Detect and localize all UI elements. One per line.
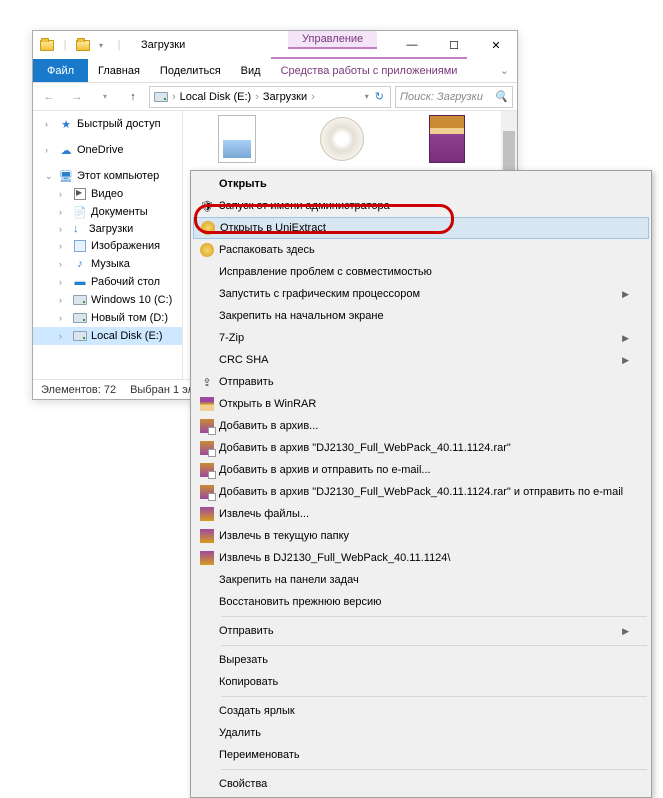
winrar-add-icon [200,463,214,477]
address-bar: ← → ▾ ↑ › Local Disk (E:) › Загрузки › ▾… [33,83,517,111]
title-bar: | ▾ | Загрузки Управление — ☐ ✕ [33,31,517,59]
chevron-right-icon: ▶ [622,626,629,637]
ctx-open-winrar[interactable]: Открыть в WinRAR [193,393,649,415]
sidebar-onedrive[interactable]: ›☁OneDrive [33,141,182,159]
sidebar-this-pc[interactable]: ⌄🖥Этот компьютер [33,167,182,185]
winrar-extract-icon [200,529,214,543]
winrar-icon [200,397,214,411]
ctx-7zip[interactable]: 7-Zip▶ [193,327,649,349]
ctx-copy[interactable]: Копировать [193,671,649,693]
ctx-unpack-here[interactable]: Распаковать здесь [193,239,649,261]
sidebar-pictures[interactable]: ›Изображения [33,237,182,255]
ctx-share[interactable]: ⇪Отправить [193,371,649,393]
folder-icon [39,37,55,53]
separator [221,769,647,770]
sidebar-video[interactable]: ›Видео [33,185,182,203]
crumb-sep-icon: › [311,91,315,103]
ribbon-context-tab[interactable]: Управление [288,31,377,49]
crumb-sep-icon: › [255,91,259,103]
ctx-pin-taskbar[interactable]: Закрепить на панели задач [193,569,649,591]
ctx-runas[interactable]: 🛡Запуск от имени администратора [193,195,649,217]
winrar-extract-icon [200,507,214,521]
qat-icon[interactable] [75,37,91,53]
ctx-rename[interactable]: Переименовать [193,744,649,766]
shield-icon: 🛡 [195,200,219,213]
maximize-button[interactable]: ☐ [433,31,475,59]
forward-button[interactable]: → [65,85,89,109]
nav-sidebar: ›★Быстрый доступ ›☁OneDrive ⌄🖥Этот компь… [33,111,183,379]
file-menu[interactable]: Файл [33,59,88,82]
sidebar-desktop[interactable]: ›▬Рабочий стол [33,273,182,291]
crumb-2[interactable]: Загрузки [263,91,307,103]
ctx-extract-cur[interactable]: Извлечь в текущую папку [193,525,649,547]
refresh-icon[interactable]: ↻ [373,90,386,103]
crumb-1[interactable]: Local Disk (E:) [180,91,252,103]
ctx-add-archive[interactable]: Добавить в архив... [193,415,649,437]
ctx-shortcut[interactable]: Создать ярлык [193,700,649,722]
chevron-right-icon: ▶ [622,355,629,366]
qat-dropdown[interactable]: ▾ [93,37,109,53]
ctx-cut[interactable]: Вырезать [193,649,649,671]
share-icon: ⇪ [195,376,219,389]
ctx-delete[interactable]: Удалить [193,722,649,744]
menu-bar: Файл Главная Поделиться Вид Средства раб… [33,59,517,83]
drive-icon [154,92,168,102]
view-tab[interactable]: Вид [231,59,271,82]
winrar-extract-icon [200,551,214,565]
separator [221,696,647,697]
qat-sep2: | [111,37,127,53]
image-file-icon [218,115,256,163]
ctx-extract[interactable]: Извлечь файлы... [193,503,649,525]
ctx-gpu[interactable]: Запустить с графическим процессором▶ [193,283,649,305]
chevron-right-icon: ▶ [622,289,629,300]
ctx-add-email[interactable]: Добавить в архив и отправить по e-mail..… [193,459,649,481]
ctx-add-named-email[interactable]: Добавить в архив "DJ2130_Full_WebPack_40… [193,481,649,503]
ctx-open[interactable]: Открыть [193,173,649,195]
uniextract-icon [200,243,214,257]
sidebar-drive-c[interactable]: ›Windows 10 (C:) [33,291,182,309]
ctx-compat[interactable]: Исправление проблем с совместимостью [193,261,649,283]
context-menu: Открыть 🛡Запуск от имени администратора … [190,170,652,798]
search-input[interactable]: Поиск: Загрузки 🔍 [395,86,513,108]
home-tab[interactable]: Главная [88,59,150,82]
ctx-crcsha[interactable]: CRC SHA▶ [193,349,649,371]
uniextract-icon [201,221,215,235]
sidebar-downloads[interactable]: ›Загрузки [33,221,182,237]
app-tools-tab[interactable]: Средства работы с приложениями [271,57,468,82]
ctx-sendto[interactable]: Отправить▶ [193,620,649,642]
ctx-uniextract[interactable]: Открыть в UniExtract [193,217,649,239]
qat-sep: | [57,37,73,53]
ctx-pin-start[interactable]: Закрепить на начальном экране [193,305,649,327]
sidebar-quick-access[interactable]: ›★Быстрый доступ [33,115,182,133]
ctx-extract-named[interactable]: Извлечь в DJ2130_Full_WebPack_40.11.1124… [193,547,649,569]
installer-icon [320,117,364,161]
sidebar-drive-e[interactable]: ›Local Disk (E:) [33,327,182,345]
address-box[interactable]: › Local Disk (E:) › Загрузки › ▾ ↻ [149,86,391,108]
archive-icon [429,115,465,163]
sidebar-documents[interactable]: ›📄Документы [33,203,182,221]
ctx-add-named[interactable]: Добавить в архив "DJ2130_Full_WebPack_40… [193,437,649,459]
ribbon-expand-icon[interactable]: ⌄ [492,59,517,82]
ctx-restore[interactable]: Восстановить прежнюю версию [193,591,649,613]
minimize-button[interactable]: — [391,31,433,59]
close-button[interactable]: ✕ [475,31,517,59]
winrar-add-icon [200,485,214,499]
address-dropdown-icon[interactable]: ▾ [365,92,369,101]
share-tab[interactable]: Поделиться [150,59,231,82]
chevron-right-icon: ▶ [622,333,629,344]
sidebar-music[interactable]: ›♪Музыка [33,255,182,273]
item-count: Элементов: 72 [41,384,116,396]
separator [221,616,647,617]
sidebar-drive-d[interactable]: ›Новый том (D:) [33,309,182,327]
winrar-add-icon [200,419,214,433]
search-icon: 🔍 [494,90,508,103]
winrar-add-icon [200,441,214,455]
ctx-properties[interactable]: Свойства [193,773,649,795]
crumb-sep-icon: › [172,91,176,103]
back-button[interactable]: ← [37,85,61,109]
recent-dropdown[interactable]: ▾ [93,85,117,109]
search-placeholder: Поиск: Загрузки [400,91,483,103]
up-button[interactable]: ↑ [121,85,145,109]
separator [221,645,647,646]
